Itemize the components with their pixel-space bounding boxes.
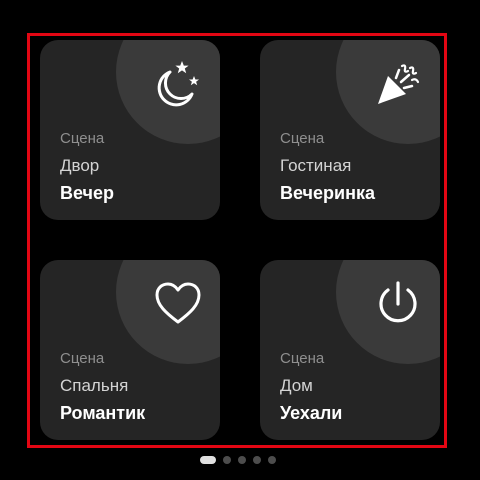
- scene-name: Романтик: [60, 403, 146, 423]
- scene-caption: Сцена: [280, 350, 325, 367]
- room-name: Спальня: [60, 376, 129, 395]
- scene-card-spalnya-romantik[interactable]: Сцена Спальня Романтик: [40, 260, 220, 440]
- room-name: Дом: [280, 376, 313, 395]
- scene-card-gostinaya-vecherinka[interactable]: Сцена Гостиная Вечеринка: [260, 40, 440, 220]
- scenes-screen: Сцена Двор Вечер Сцена Гостиная Вечеринк…: [0, 0, 480, 480]
- scene-name: Вечеринка: [280, 183, 375, 203]
- page-dot[interactable]: [238, 456, 246, 464]
- scene-card-dom-uehali[interactable]: Сцена Дом Уехали: [260, 260, 440, 440]
- power-icon: [372, 278, 424, 330]
- party-popper-icon: [372, 58, 424, 110]
- room-name: Двор: [60, 156, 100, 175]
- scene-caption: Сцена: [60, 350, 105, 367]
- page-dot[interactable]: [253, 456, 261, 464]
- scene-name: Уехали: [280, 403, 343, 423]
- heart-icon: [152, 278, 204, 330]
- page-dot-active[interactable]: [200, 456, 216, 464]
- scene-caption: Сцена: [60, 130, 105, 147]
- scene-name: Вечер: [60, 183, 115, 203]
- scene-caption: Сцена: [280, 130, 325, 147]
- moon-stars-icon: [152, 58, 204, 110]
- scene-card-dvor-vecher[interactable]: Сцена Двор Вечер: [40, 40, 220, 220]
- page-dot[interactable]: [268, 456, 276, 464]
- room-name: Гостиная: [280, 156, 352, 175]
- page-indicator: [200, 456, 276, 464]
- page-dot[interactable]: [223, 456, 231, 464]
